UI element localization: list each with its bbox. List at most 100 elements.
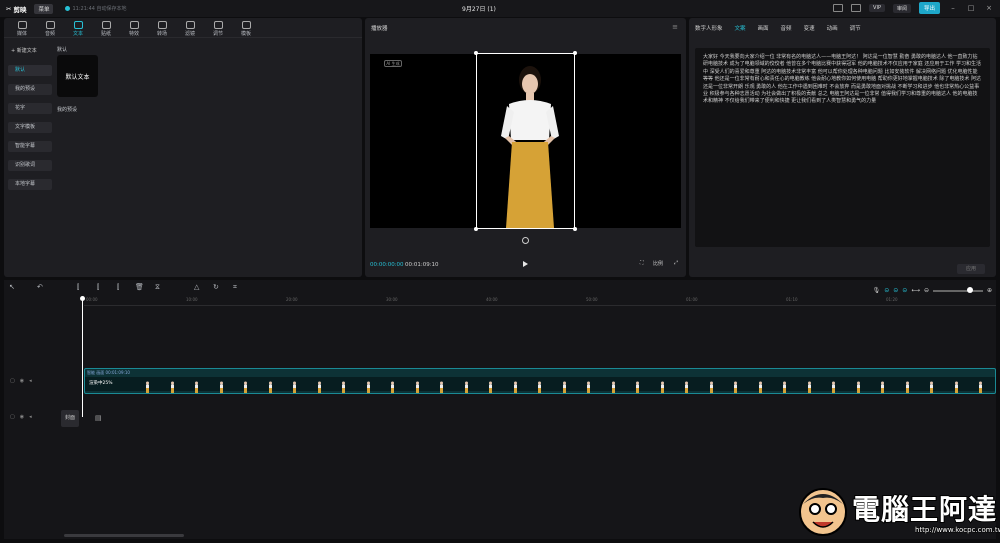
ruler-tick: 50:00	[586, 297, 598, 302]
rotate-tool-icon[interactable]: ↻	[213, 283, 219, 295]
prop-tab-5[interactable]: 动画	[827, 24, 838, 38]
ratio-button[interactable]: 比例	[653, 260, 663, 267]
side-nav-item-7[interactable]: 本地字幕	[8, 179, 52, 190]
default-text-tile[interactable]: 默认文本	[57, 55, 98, 97]
prop-tab-3[interactable]: 音频	[781, 24, 792, 38]
tab-5[interactable]: 转场	[148, 19, 176, 37]
side-nav-item-4[interactable]: 文字模板	[8, 122, 52, 133]
side-nav-item-1[interactable]: 默认	[8, 65, 52, 76]
play-icon[interactable]	[523, 261, 528, 267]
timecode-current: 00:00:00:00	[370, 262, 404, 268]
tab-8[interactable]: 模板	[232, 19, 260, 37]
prop-tab-6[interactable]: 调节	[850, 24, 861, 38]
apply-button[interactable]: 应用	[957, 264, 985, 274]
tab-icon	[73, 21, 83, 29]
prop-tab-1[interactable]: 文案	[735, 24, 746, 38]
fullscreen-fit-icon[interactable]: ⛶	[640, 260, 644, 266]
preview-axis-icon[interactable]: ⟷	[911, 287, 920, 294]
layout-icon[interactable]	[833, 4, 844, 12]
script-textarea[interactable]: 大家好 今天我要向大家介绍一位 非常有名的电脑达人——电脑王阿达！ 阿达是一位智…	[695, 48, 990, 247]
undo-icon[interactable]: ↶	[37, 283, 43, 295]
prop-tab-4[interactable]: 变速	[804, 24, 815, 38]
prop-tab-2[interactable]: 画面	[758, 24, 769, 38]
resize-handle-bl[interactable]	[474, 227, 478, 231]
mirror-icon[interactable]: △	[194, 283, 199, 295]
expand-icon[interactable]: ⤢	[674, 260, 678, 266]
maximize-icon[interactable]: □	[966, 4, 976, 12]
shortcut-icon[interactable]	[851, 4, 862, 12]
close-icon[interactable]: ×	[984, 4, 994, 12]
magnet-icon[interactable]: ⊝	[893, 287, 898, 294]
split-icon[interactable]: ⫿	[77, 283, 79, 295]
menu-button[interactable]: 菜单	[34, 3, 54, 14]
tab-4[interactable]: 特效	[120, 19, 148, 37]
side-nav-item-0[interactable]: + 新建文本	[8, 46, 52, 57]
split-left-icon[interactable]: ⫿	[97, 283, 99, 295]
player-panel: 播放器 ≡ AI 生成 00:00:00:00 00:01:09:10 ⛶ 比例…	[365, 18, 686, 277]
tab-0[interactable]: 媒体	[8, 19, 36, 37]
playhead-handle[interactable]	[80, 296, 85, 301]
zoom-in-icon[interactable]: ⊕	[987, 287, 992, 294]
side-nav-item-3[interactable]: 花字	[8, 103, 52, 114]
eye-icon[interactable]: ◉	[20, 414, 24, 420]
time-ruler[interactable]: 00:00 10:00 20:00 30:00 40:00 50:00 01:00 01:10…	[84, 297, 996, 306]
export-button[interactable]: 导出	[918, 2, 940, 14]
clip-thumbnail	[733, 378, 738, 393]
audio-icon[interactable]: ◂	[29, 414, 32, 420]
cover-button[interactable]: 封面	[61, 410, 79, 427]
side-nav-item-2[interactable]: 我的预设	[8, 84, 52, 95]
prop-tab-0[interactable]: 数字人形象	[695, 24, 723, 38]
snap-icon[interactable]: ⊝	[902, 287, 907, 294]
delete-icon[interactable]: 🗑	[135, 283, 144, 295]
clip-thumbnail	[219, 378, 224, 393]
media-tabs: 媒体 音频 文本 贴纸 特效 转场 滤镜 调节 模板	[4, 18, 362, 38]
clip-thumbnail	[488, 378, 493, 393]
select-tool-icon[interactable]: ↖	[9, 283, 15, 295]
clip-thumbnail	[684, 378, 689, 393]
rotate-icon[interactable]	[522, 237, 529, 244]
resize-handle-tl[interactable]	[474, 51, 478, 55]
side-nav-item-6[interactable]: 识别歌词	[8, 160, 52, 171]
vip-badge[interactable]: VIP	[869, 4, 885, 12]
text-side-nav: + 新建文本 默认我的预设花字文字模板智能字幕识别歌词本地字幕	[8, 46, 52, 198]
side-nav-item-5[interactable]: 智能字幕	[8, 141, 52, 152]
clip-thumbnail	[880, 378, 885, 393]
split-right-icon[interactable]: ⫿	[117, 283, 119, 295]
clip-thumbnail	[562, 378, 567, 393]
selection-box[interactable]	[474, 51, 577, 231]
zoom-out-icon[interactable]: ⊖	[924, 287, 929, 294]
audio-icon[interactable]: ◂	[29, 378, 32, 384]
mic-icon[interactable]: 🎙	[873, 287, 881, 294]
link-icon[interactable]: ⊝	[884, 287, 889, 294]
lock-icon[interactable]: ▢	[10, 414, 15, 420]
resize-handle-br[interactable]	[573, 227, 577, 231]
resize-handle-tr[interactable]	[573, 51, 577, 55]
more-icon[interactable]: ≡	[672, 23, 678, 31]
horizontal-scrollbar[interactable]	[64, 534, 184, 537]
zoom-slider-thumb[interactable]	[966, 286, 973, 293]
properties-tabs: 数字人形象 文案 画面 音频 变速 动画 调节	[689, 18, 996, 38]
lock-icon[interactable]: ▢	[10, 378, 15, 384]
eye-icon[interactable]: ◉	[20, 378, 24, 384]
crop-icon[interactable]: ⌗	[233, 283, 237, 295]
clip-thumbnail	[929, 378, 934, 393]
film-icon[interactable]: ▤	[95, 414, 102, 422]
app-name: 剪映	[13, 5, 27, 14]
watermark-url: http://www.kocpc.com.tw	[914, 526, 1000, 535]
properties-panel: 数字人形象 文案 画面 音频 变速 动画 调节 大家好 今天我要向大家介绍一位 非常有名的电…	[689, 18, 996, 277]
video-track-clip[interactable]: 智能 画面 00:01:09:10 渲染中25%	[84, 368, 996, 394]
zoom-slider[interactable]	[932, 286, 983, 293]
review-button[interactable]: 审阅	[892, 3, 911, 13]
clip-thumbnail	[856, 378, 861, 393]
tab-icon	[213, 21, 223, 29]
tab-7[interactable]: 调节	[204, 19, 232, 37]
minimize-icon[interactable]: –	[948, 4, 958, 12]
tab-2[interactable]: 文本	[64, 19, 92, 37]
title-bar: ✂ 剪映 菜单 11:21:44 自动保存本地 9月27日 (1) VIP 审阅 …	[0, 0, 1000, 17]
track-controls: ▢ ◉ ◂	[10, 378, 32, 384]
tab-3[interactable]: 贴纸	[92, 19, 120, 37]
freeze-icon[interactable]: ⧖	[155, 283, 160, 295]
playhead[interactable]	[82, 297, 83, 417]
tab-6[interactable]: 滤镜	[176, 19, 204, 37]
tab-1[interactable]: 音频	[36, 19, 64, 37]
